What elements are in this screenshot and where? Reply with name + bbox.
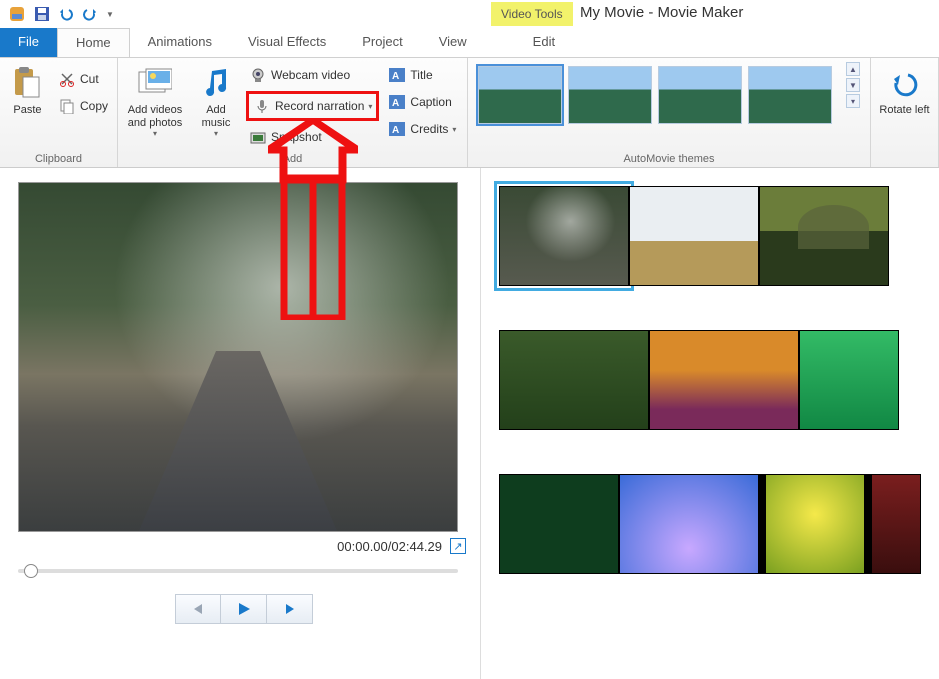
svg-text:A: A (392, 125, 399, 136)
rotate-left-button[interactable]: Rotate left (877, 62, 932, 117)
save-icon[interactable] (34, 6, 50, 22)
add-videos-photos-button[interactable]: Add videos and photos ▾ (124, 62, 186, 138)
tab-animations[interactable]: Animations (130, 28, 230, 57)
credits-icon: A (388, 120, 406, 138)
paste-button[interactable]: Paste (6, 62, 49, 117)
rotate-left-icon (888, 66, 922, 100)
timeline-clip[interactable] (629, 186, 759, 286)
timeline-clip[interactable] (499, 330, 649, 430)
group-clipboard: Paste Cut Copy Clipboard (0, 58, 118, 167)
credits-button[interactable]: A Credits ▾ (385, 118, 459, 140)
timeline-clip[interactable] (765, 474, 865, 574)
main-area: 00:00.00/02:44.29 ↗ (0, 168, 939, 679)
tab-visual-effects[interactable]: Visual Effects (230, 28, 344, 57)
cut-icon (58, 70, 76, 88)
clip-row-2 (499, 330, 939, 430)
themes-scroll-up-icon[interactable]: ▲ (846, 62, 860, 76)
copy-icon (58, 97, 76, 115)
tab-home[interactable]: Home (57, 28, 130, 57)
app-icon (8, 5, 26, 23)
timeline-clip[interactable] (799, 330, 899, 430)
group-label-clipboard: Clipboard (6, 153, 111, 165)
themes-expand-icon[interactable]: ▾ (846, 94, 860, 108)
timeline-pane[interactable] (480, 168, 939, 679)
title-icon: A (388, 66, 406, 84)
caption-icon: A (388, 93, 406, 111)
redo-icon[interactable] (82, 6, 98, 22)
undo-icon[interactable] (58, 6, 74, 22)
theme-thumb-2[interactable] (568, 66, 652, 124)
tab-edit[interactable]: Edit (515, 28, 573, 57)
music-icon (199, 66, 233, 100)
title-button[interactable]: A Title (385, 64, 459, 86)
dropdown-icon: ▾ (368, 102, 372, 111)
theme-thumb-3[interactable] (658, 66, 742, 124)
next-frame-button[interactable] (267, 594, 313, 624)
tab-file[interactable]: File (0, 28, 57, 57)
themes-scroll-down-icon[interactable]: ▼ (846, 78, 860, 92)
group-label-add: Add (124, 153, 461, 165)
microphone-icon (253, 97, 271, 115)
contextual-tab-video-tools[interactable]: Video Tools (491, 2, 573, 26)
paste-icon (10, 66, 44, 100)
webcam-icon (249, 66, 267, 84)
prev-frame-button[interactable] (175, 594, 221, 624)
clip-row-3 (499, 474, 939, 574)
timeline-clip[interactable] (499, 474, 619, 574)
timeline-clip[interactable] (871, 474, 921, 574)
qat-customize-icon[interactable]: ▼ (106, 10, 114, 19)
snapshot-icon (249, 128, 267, 146)
timeline-clip[interactable] (619, 474, 759, 574)
timeline-clip[interactable] (759, 186, 889, 286)
tab-project[interactable]: Project (344, 28, 420, 57)
svg-text:A: A (392, 98, 399, 109)
group-add: Add videos and photos ▾ Add music ▾ Webc… (118, 58, 468, 167)
seek-thumb[interactable] (24, 564, 38, 578)
svg-text:A: A (392, 71, 399, 82)
add-music-button[interactable]: Add music ▾ (192, 62, 240, 138)
preview-pane: 00:00.00/02:44.29 ↗ (0, 168, 480, 679)
window-title: My Movie - Movie Maker (580, 4, 743, 21)
fullscreen-icon[interactable]: ↗ (450, 538, 466, 554)
title-bar: ▼ (0, 0, 939, 28)
play-button[interactable] (221, 594, 267, 624)
quick-access-toolbar: ▼ (8, 5, 114, 23)
snapshot-button[interactable]: Snapshot (246, 126, 379, 148)
record-narration-button[interactable]: Record narration ▾ (246, 91, 379, 121)
photos-icon (138, 66, 172, 100)
theme-thumb-4[interactable] (748, 66, 832, 124)
timeline-clip[interactable] (649, 330, 799, 430)
copy-button[interactable]: Copy (55, 95, 111, 117)
playback-controls (18, 594, 470, 624)
preview-video[interactable] (18, 182, 458, 532)
ribbon-tabs: File Home Animations Visual Effects Proj… (0, 28, 939, 58)
webcam-video-button[interactable]: Webcam video (246, 64, 379, 86)
clip-row-1 (499, 186, 939, 286)
paste-label: Paste (13, 104, 41, 117)
tab-view[interactable]: View (421, 28, 485, 57)
playback-time: 00:00.00/02:44.29 (337, 539, 442, 554)
theme-thumb-1[interactable] (478, 66, 562, 124)
group-automovie-themes: ▲ ▼ ▾ AutoMovie themes (468, 58, 871, 167)
caption-button[interactable]: A Caption (385, 91, 459, 113)
group-rotate: Rotate left (871, 58, 939, 167)
seek-bar[interactable] (18, 562, 458, 580)
timeline-clip[interactable] (499, 186, 629, 286)
cut-button[interactable]: Cut (55, 68, 111, 90)
ribbon: Paste Cut Copy Clipboard Add videos and … (0, 58, 939, 168)
group-label-themes: AutoMovie themes (474, 153, 864, 165)
